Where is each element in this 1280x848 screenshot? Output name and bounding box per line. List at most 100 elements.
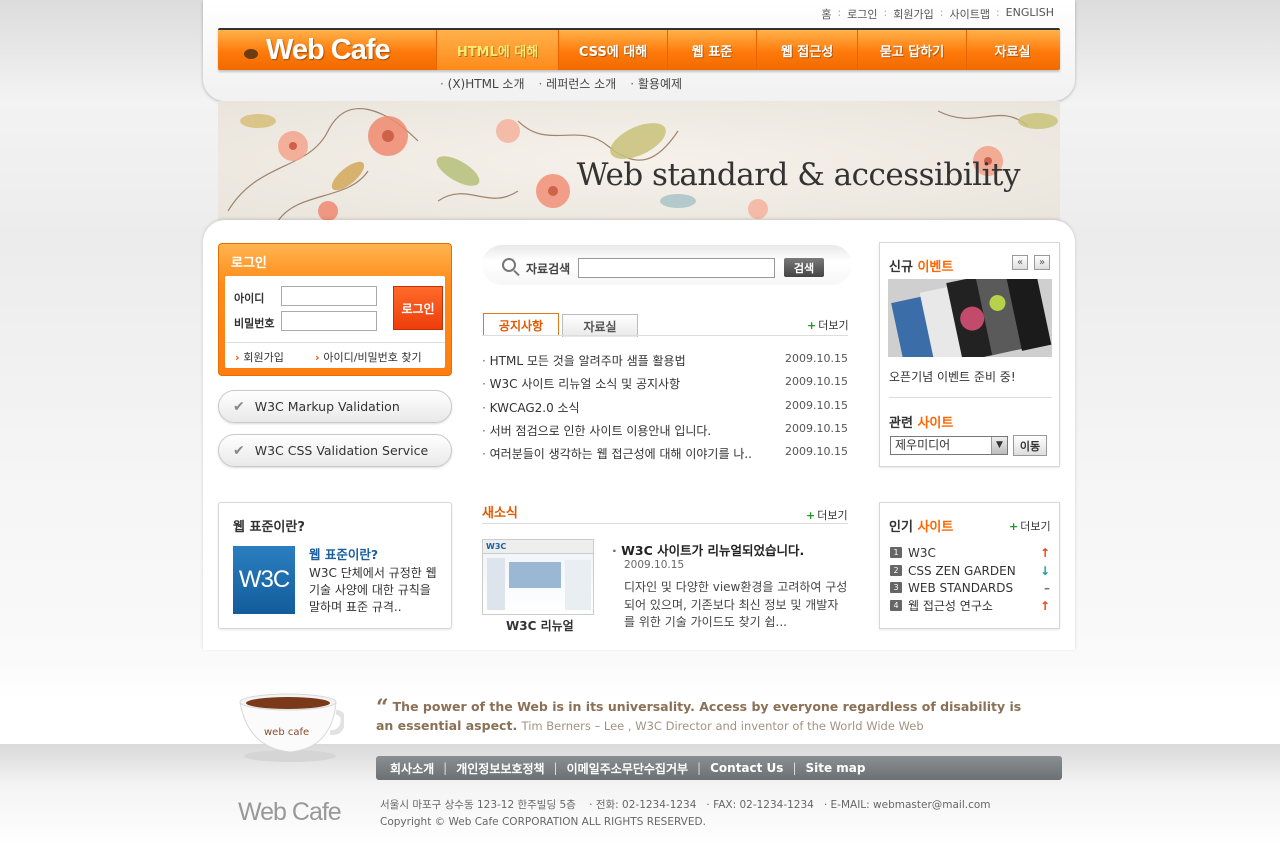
- event-caption: 오픈기념 이벤트 준비 중!: [889, 370, 1016, 384]
- divider: [482, 523, 848, 524]
- webstd-title: 웹 표준이란?: [233, 520, 305, 535]
- next-button[interactable]: »: [1034, 255, 1050, 270]
- thumb-logo: W3C: [483, 540, 593, 554]
- related-title-b: 사이트: [917, 416, 954, 431]
- login-button[interactable]: 로그인: [393, 286, 443, 330]
- webstd-subtitle[interactable]: 웹 표준이란?: [309, 544, 378, 563]
- password-field[interactable]: [281, 311, 377, 331]
- search-label: 자료검색: [526, 262, 571, 276]
- search-input[interactable]: [578, 258, 775, 278]
- address: 서울시 마포구 상수동 123-12 한주빌딩 5층: [380, 799, 576, 811]
- list-item[interactable]: HTML 모든 것을 알려주마 샘플 활용법2009.10.15: [482, 352, 848, 372]
- divider: [889, 397, 1052, 398]
- web-standard-box: 웹 표준이란? W3C 웹 표준이란? W3C 단체에서 규정한 웹 기술 사양…: [218, 502, 452, 629]
- site-name: 웹 접근성 연구소: [908, 599, 993, 613]
- subnav-examples[interactable]: 활용예제: [630, 75, 682, 92]
- news-headline[interactable]: · W3C 사이트가 리뉴얼되었습니다.: [612, 540, 804, 559]
- thumb-caption: W3C 리뉴얼: [506, 619, 574, 633]
- thumb-image: [509, 562, 561, 588]
- event-image[interactable]: [888, 279, 1052, 357]
- main-nav: Web Cafe HTML에 대해 CSS에 대해 웹 표준 웹 접근성 묻고 …: [218, 28, 1060, 70]
- find-account-link[interactable]: 아이디/비밀번호 찾기: [315, 349, 421, 365]
- w3c-logo: W3C: [233, 546, 295, 614]
- prev-button[interactable]: «: [1012, 255, 1028, 270]
- bullet: ·: [612, 543, 622, 558]
- news-headline-text: W3C 사이트가 리뉴얼되었습니다.: [621, 543, 805, 558]
- separator: :: [837, 6, 842, 19]
- list-item[interactable]: 3 WEB STANDARDS –: [890, 579, 1050, 596]
- notice-more-link[interactable]: + 더보기: [807, 317, 849, 333]
- site-name: CSS ZEN GARDEN: [908, 563, 1016, 578]
- list-item[interactable]: 1 W3C ↑: [890, 544, 1050, 561]
- email: E-MAIL: webmaster@mail.com: [830, 799, 991, 811]
- footer-link-no-email[interactable]: 이메일주소무단수집거부: [567, 760, 688, 777]
- search-button[interactable]: 검색: [784, 258, 824, 277]
- plus-icon: +: [807, 319, 817, 332]
- footer-address: 서울시 마포구 상수동 123-12 한주빌딩 5층 · 전화: 02-1234…: [380, 797, 991, 831]
- list-item[interactable]: 4 웹 접근성 연구소 ↑: [890, 597, 1050, 614]
- related-site-select[interactable]: 제우미디어 ▼: [890, 436, 1008, 455]
- check-icon: ✔: [233, 442, 245, 459]
- top-link-login[interactable]: 로그인: [847, 6, 877, 22]
- login-box: 로그인 아이디 비밀번호 로그인 회원가입 아이디/비밀번호 찾기: [218, 243, 452, 376]
- markup-validation-button[interactable]: ✔ W3C Markup Validation: [218, 390, 452, 423]
- footer-link-contact[interactable]: Contact Us: [710, 761, 783, 775]
- separator: :: [939, 6, 944, 19]
- banner-slogan: Web standard & accessibility: [576, 157, 1021, 193]
- top-link-english[interactable]: ENGLISH: [1006, 6, 1054, 22]
- id-field[interactable]: [281, 286, 377, 306]
- notice-title: KWCAG2.0 소식: [482, 399, 782, 419]
- top-link-home[interactable]: 홈: [821, 6, 831, 22]
- news-body: 디자인 및 다양한 view환경을 고려하여 구성되어 있으며, 기존보다 최신…: [624, 580, 848, 629]
- check-icon: ✔: [233, 398, 245, 415]
- subnav-reference[interactable]: 레퍼런스 소개: [539, 75, 616, 92]
- news-more-link[interactable]: + 더보기: [806, 507, 848, 523]
- nav-css[interactable]: CSS에 대해: [558, 30, 667, 70]
- go-button[interactable]: 이동: [1013, 435, 1047, 456]
- nav-accessibility[interactable]: 웹 접근성: [756, 30, 857, 70]
- site-logo-text: Web Cafe: [266, 33, 391, 66]
- subnav-xhtml[interactable]: (X)HTML 소개: [440, 75, 525, 92]
- pw-label: 비밀번호: [234, 317, 275, 330]
- more-label: 더보기: [818, 319, 849, 332]
- list-item[interactable]: 서버 점검으로 인한 사이트 이용안내 입니다.2009.10.15: [482, 422, 848, 442]
- list-item[interactable]: W3C 사이트 리뉴얼 소식 및 공지사항2009.10.15: [482, 375, 848, 395]
- rank-badge: 3: [890, 582, 902, 593]
- css-validation-button[interactable]: ✔ W3C CSS Validation Service: [218, 434, 452, 467]
- separator: :: [995, 6, 1000, 19]
- top-link-join[interactable]: 회원가입: [893, 6, 933, 22]
- notice-date: 2009.10.15: [785, 445, 848, 458]
- banner: Web standard & accessibility: [218, 101, 1060, 221]
- footer-link-sitemap[interactable]: Site map: [805, 761, 865, 775]
- nav-web-standard[interactable]: 웹 표준: [667, 30, 756, 70]
- notice-title: HTML 모든 것을 알려주마 샘플 활용법: [482, 352, 782, 372]
- footer-link-about[interactable]: 회사소개: [390, 760, 434, 777]
- join-link[interactable]: 회원가입: [235, 349, 283, 365]
- list-item[interactable]: 여러분들이 생각하는 웹 접근성에 대해 이야기를 나..2009.10.15: [482, 445, 848, 465]
- event-title-b: 이벤트: [917, 260, 954, 275]
- news-date: 2009.10.15: [624, 559, 685, 571]
- nav-archive[interactable]: 자료실: [966, 30, 1058, 70]
- nav-qna[interactable]: 묻고 답하기: [857, 30, 966, 70]
- sub-nav: (X)HTML 소개 레퍼런스 소개 활용예제: [440, 75, 682, 92]
- footer-link-privacy[interactable]: 개인정보보호정책: [456, 760, 544, 777]
- separator: |: [553, 761, 558, 775]
- css-validation-label: W3C CSS Validation Service: [254, 443, 429, 458]
- list-item[interactable]: KWCAG2.0 소식2009.10.15: [482, 399, 848, 419]
- site-logo[interactable]: Web Cafe: [218, 30, 436, 70]
- divider: [225, 342, 445, 343]
- news-thumbnail[interactable]: W3C: [482, 539, 594, 615]
- tab-archive[interactable]: 자료실: [562, 314, 638, 337]
- nav-html[interactable]: HTML에 대해: [436, 30, 558, 70]
- popular-more-link[interactable]: + 더보기: [1009, 518, 1051, 534]
- dash-icon: –: [1044, 580, 1050, 595]
- copyright: Copyright © Web Cafe CORPORATION ALL RIG…: [380, 816, 706, 828]
- popular-title-b: 사이트: [917, 520, 954, 535]
- list-item[interactable]: 2 CSS ZEN GARDEN ↓: [890, 562, 1050, 579]
- arrow-up-icon: ↑: [1039, 545, 1050, 560]
- notice-date: 2009.10.15: [785, 399, 848, 412]
- site-name: WEB STANDARDS: [908, 580, 1014, 595]
- top-link-sitemap[interactable]: 사이트맵: [949, 6, 989, 22]
- popular-title-a: 인기: [889, 520, 913, 535]
- tab-notice[interactable]: 공지사항: [483, 313, 559, 336]
